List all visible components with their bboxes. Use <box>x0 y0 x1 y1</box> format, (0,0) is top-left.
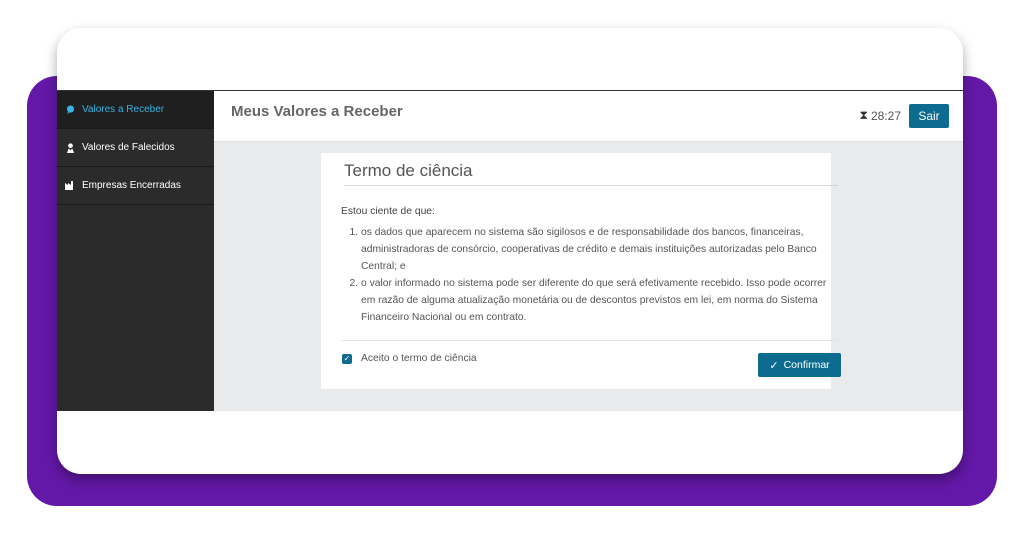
confirm-label: Confirmar <box>783 359 830 371</box>
page-header: Meus Valores a Receber ⧗ 28:27 Sair <box>214 91 963 142</box>
sidebar: Valores a Receber Valores de Falecidos E… <box>57 91 214 411</box>
accept-checkbox-label[interactable]: Aceito o termo de ciência <box>361 353 477 364</box>
page-title: Meus Valores a Receber <box>231 103 403 120</box>
sidebar-item-label: Valores a Receber <box>82 104 165 115</box>
person-icon <box>65 142 75 153</box>
chat-icon <box>65 105 75 115</box>
main-content: Termo de ciência Estou ciente de que: os… <box>214 142 963 411</box>
list-item: os dados que aparecem no sistema são sig… <box>361 224 841 275</box>
sidebar-item-valores-de-falecidos[interactable]: Valores de Falecidos <box>57 129 214 167</box>
exit-button[interactable]: Sair <box>909 104 949 128</box>
sidebar-item-label: Valores de Falecidos <box>82 142 175 153</box>
sidebar-item-label: Empresas Encerradas <box>82 180 181 191</box>
terms-list: os dados que aparecem no sistema são sig… <box>341 224 841 326</box>
timer-value: 28:27 <box>870 108 901 123</box>
sidebar-item-valores-a-receber[interactable]: Valores a Receber <box>57 91 214 129</box>
footer-divider <box>341 340 841 341</box>
card-title: Termo de ciência <box>344 161 473 180</box>
factory-icon <box>65 181 75 191</box>
title-divider <box>344 185 838 186</box>
session-timer: ⧗ 28:27 <box>860 108 901 123</box>
confirm-button[interactable]: ✓ Confirmar <box>758 353 841 377</box>
check-icon: ✓ <box>769 359 779 372</box>
browser-frame: Valores a Receber Valores de Falecidos E… <box>57 28 963 474</box>
terms-card: Termo de ciência Estou ciente de que: os… <box>321 153 841 389</box>
hourglass-icon: ⧗ <box>859 108 868 122</box>
accept-checkbox[interactable]: ✓ <box>342 354 352 364</box>
sidebar-item-empresas-encerradas[interactable]: Empresas Encerradas <box>57 167 214 205</box>
list-item: o valor informado no sistema pode ser di… <box>361 275 841 326</box>
terms-intro: Estou ciente de que: <box>341 206 435 217</box>
